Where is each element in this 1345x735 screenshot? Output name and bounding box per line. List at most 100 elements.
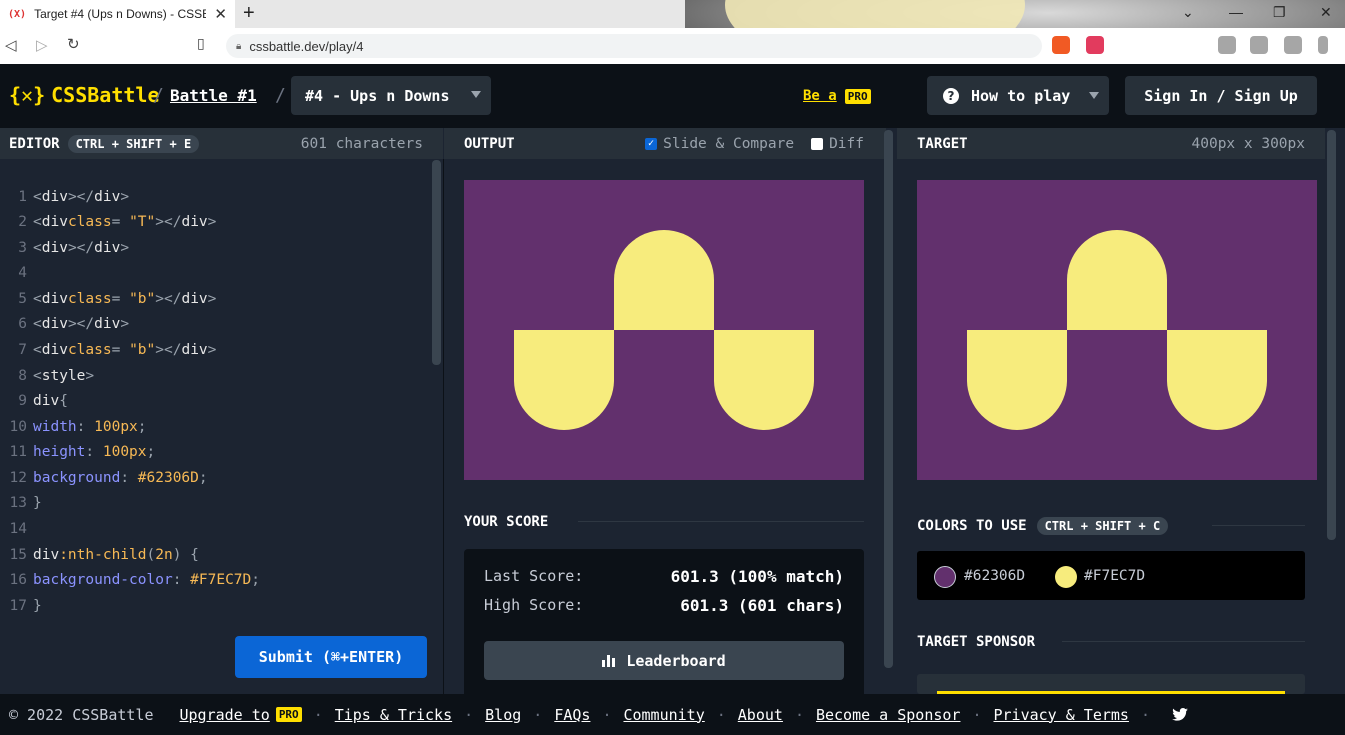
output-scrollbar[interactable] xyxy=(884,130,893,668)
code-line: 7 < div class = "b" ></div > xyxy=(18,341,217,358)
pro-badge: PRO xyxy=(275,707,302,722)
diff-label: Diff xyxy=(829,135,864,152)
browser-tab-strip: (X) Target #4 (Ups n Downs) - CSSBattle … xyxy=(0,0,1345,28)
footer-blog-link[interactable]: Blog xyxy=(485,706,521,724)
bar-chart-icon xyxy=(602,654,617,667)
code-line: 8 < style > xyxy=(18,367,95,384)
bookmark-icon[interactable]: ▯ xyxy=(197,36,205,52)
editor-scrollbar[interactable] xyxy=(432,160,441,365)
target-left-semicircle xyxy=(967,330,1067,430)
browser-tab-title: Target #4 (Ups n Downs) - CSSBattle xyxy=(34,7,207,21)
footer-separator: · xyxy=(972,705,982,724)
brave-shield-icon[interactable] xyxy=(1052,36,1070,54)
diff-checkbox[interactable] xyxy=(811,137,824,150)
last-score-label: Last Score: xyxy=(484,567,584,585)
colors-to-use-title: COLORS TO USE CTRL + SHIFT + C xyxy=(917,517,1169,535)
be-a-pro-link[interactable]: Be a PRO xyxy=(803,88,871,104)
footer-sponsor-link[interactable]: Become a Sponsor xyxy=(816,706,961,724)
output-right-semicircle xyxy=(714,330,814,430)
color-label-yellow[interactable]: #F7EC7D xyxy=(1084,568,1145,584)
color-label-purple[interactable]: #62306D xyxy=(964,568,1025,584)
cssbattle-logo-icon: {✕} xyxy=(9,83,46,107)
diff-toggle[interactable]: Diff xyxy=(811,136,864,152)
forward-icon[interactable]: ▷ xyxy=(36,36,48,54)
footer-separator: · xyxy=(794,705,804,724)
your-score-title: YOUR SCORE xyxy=(464,514,549,530)
breadcrumb-separator: / xyxy=(275,85,286,106)
cssbattle-logo[interactable]: {✕} CSSBattle xyxy=(9,83,160,107)
wallet-icon[interactable] xyxy=(1284,36,1302,54)
level-selector-label: #4 - Ups n Downs xyxy=(305,86,450,105)
high-score-value: 601.3 (601 chars) xyxy=(680,596,844,615)
address-bar[interactable]: 🔒︎ cssbattle.dev/play/4 xyxy=(226,34,1042,58)
color-swatch-purple[interactable] xyxy=(934,566,956,588)
close-tab-icon[interactable]: ✕ xyxy=(214,5,227,23)
code-line: 5 < div class = "b" ></div > xyxy=(18,290,217,307)
footer-separator: · xyxy=(1140,705,1150,724)
output-left-semicircle xyxy=(514,330,614,430)
target-size: 400px x 300px xyxy=(1191,135,1306,152)
footer-about-link[interactable]: About xyxy=(738,706,783,724)
sponsor-card[interactable] xyxy=(917,674,1305,694)
leaderboard-button[interactable]: Leaderboard xyxy=(484,641,844,680)
slide-compare-checkbox[interactable]: ✓ xyxy=(645,137,658,150)
slide-compare-label: Slide & Compare xyxy=(663,135,795,152)
lock-icon: 🔒︎ xyxy=(236,40,242,52)
address-bar-url: cssbattle.dev/play/4 xyxy=(249,38,364,54)
sidebar-icon[interactable] xyxy=(1250,36,1268,54)
level-selector[interactable]: #4 - Ups n Downs xyxy=(291,76,491,115)
browser-menu-icon[interactable] xyxy=(1318,36,1328,54)
output-header: OUTPUT ✓ Slide & Compare Diff xyxy=(444,128,886,159)
tab-search-chevron-icon[interactable]: ⌄ xyxy=(1182,4,1194,21)
color-swatch-yellow[interactable] xyxy=(1055,566,1077,588)
code-line: 14 xyxy=(9,520,27,537)
footer-community-link[interactable]: Community xyxy=(623,706,704,724)
output-canvas[interactable] xyxy=(464,180,864,480)
target-right-semicircle xyxy=(1167,330,1267,430)
copyright: © 2022 CSSBattle xyxy=(9,705,154,724)
editor-title: EDITOR xyxy=(9,135,60,152)
output-title: OUTPUT xyxy=(464,135,515,152)
code-line: 9 div { xyxy=(18,392,68,409)
footer-tips-link[interactable]: Tips & Tricks xyxy=(335,706,452,724)
code-line: 10 width: 100px; xyxy=(9,418,147,435)
code-editor[interactable]: 1 < div ></div > 2 < div class = "T" ></div > 3 < d… xyxy=(0,159,443,694)
colors-to-use-label: COLORS TO USE xyxy=(917,518,1027,534)
twitter-icon[interactable] xyxy=(1172,708,1188,721)
target-top-semicircle xyxy=(1067,230,1167,330)
submit-button[interactable]: Submit (⌘+ENTER) xyxy=(235,636,427,678)
restore-window-icon[interactable]: ❐ xyxy=(1273,4,1286,21)
extensions-icon[interactable] xyxy=(1218,36,1236,54)
section-divider xyxy=(578,521,864,522)
how-to-play-label: How to play xyxy=(971,86,1071,105)
output-top-semicircle xyxy=(614,230,714,330)
target-canvas[interactable] xyxy=(917,180,1317,480)
editor-shortcut: CTRL + SHIFT + E xyxy=(67,134,200,153)
back-icon[interactable]: ◁ xyxy=(5,36,17,54)
footer-upgrade-link[interactable]: Upgrade to xyxy=(180,706,270,724)
footer-separator: · xyxy=(716,705,726,724)
target-scrollbar[interactable] xyxy=(1327,130,1336,540)
close-window-icon[interactable]: ✕ xyxy=(1320,4,1332,21)
cssbattle-favicon-icon: (X) xyxy=(8,8,27,20)
browser-tab-active[interactable]: (X) Target #4 (Ups n Downs) - CSSBattle … xyxy=(0,0,235,28)
footer-faqs-link[interactable]: FAQs xyxy=(554,706,590,724)
logo-text: CSSBattle xyxy=(51,83,160,107)
code-line: 2 < div class = "T" ></div > xyxy=(18,213,217,230)
minimize-window-icon[interactable]: — xyxy=(1229,4,1243,20)
reload-icon[interactable]: ↻ xyxy=(67,35,80,53)
slide-compare-toggle[interactable]: ✓ Slide & Compare xyxy=(645,136,794,152)
new-tab-icon[interactable]: + xyxy=(243,2,255,25)
how-to-play-button[interactable]: ? How to play xyxy=(927,76,1109,115)
footer-privacy-link[interactable]: Privacy & Terms xyxy=(994,706,1129,724)
code-line: 12 background: #62306D; xyxy=(9,469,208,486)
breadcrumb-battle-link[interactable]: Battle #1 xyxy=(170,86,257,105)
breadcrumb-separator: / xyxy=(153,85,164,106)
code-line: 4 xyxy=(18,264,27,281)
target-header: TARGET 400px x 300px xyxy=(897,128,1325,159)
brave-rewards-icon[interactable] xyxy=(1086,36,1104,54)
code-line: 15 div:nth-child(2n) { xyxy=(9,546,199,563)
sign-in-button[interactable]: Sign In / Sign Up xyxy=(1125,76,1317,115)
code-line: 17 } xyxy=(9,597,42,614)
code-line: 11 height: 100px; xyxy=(9,443,156,460)
